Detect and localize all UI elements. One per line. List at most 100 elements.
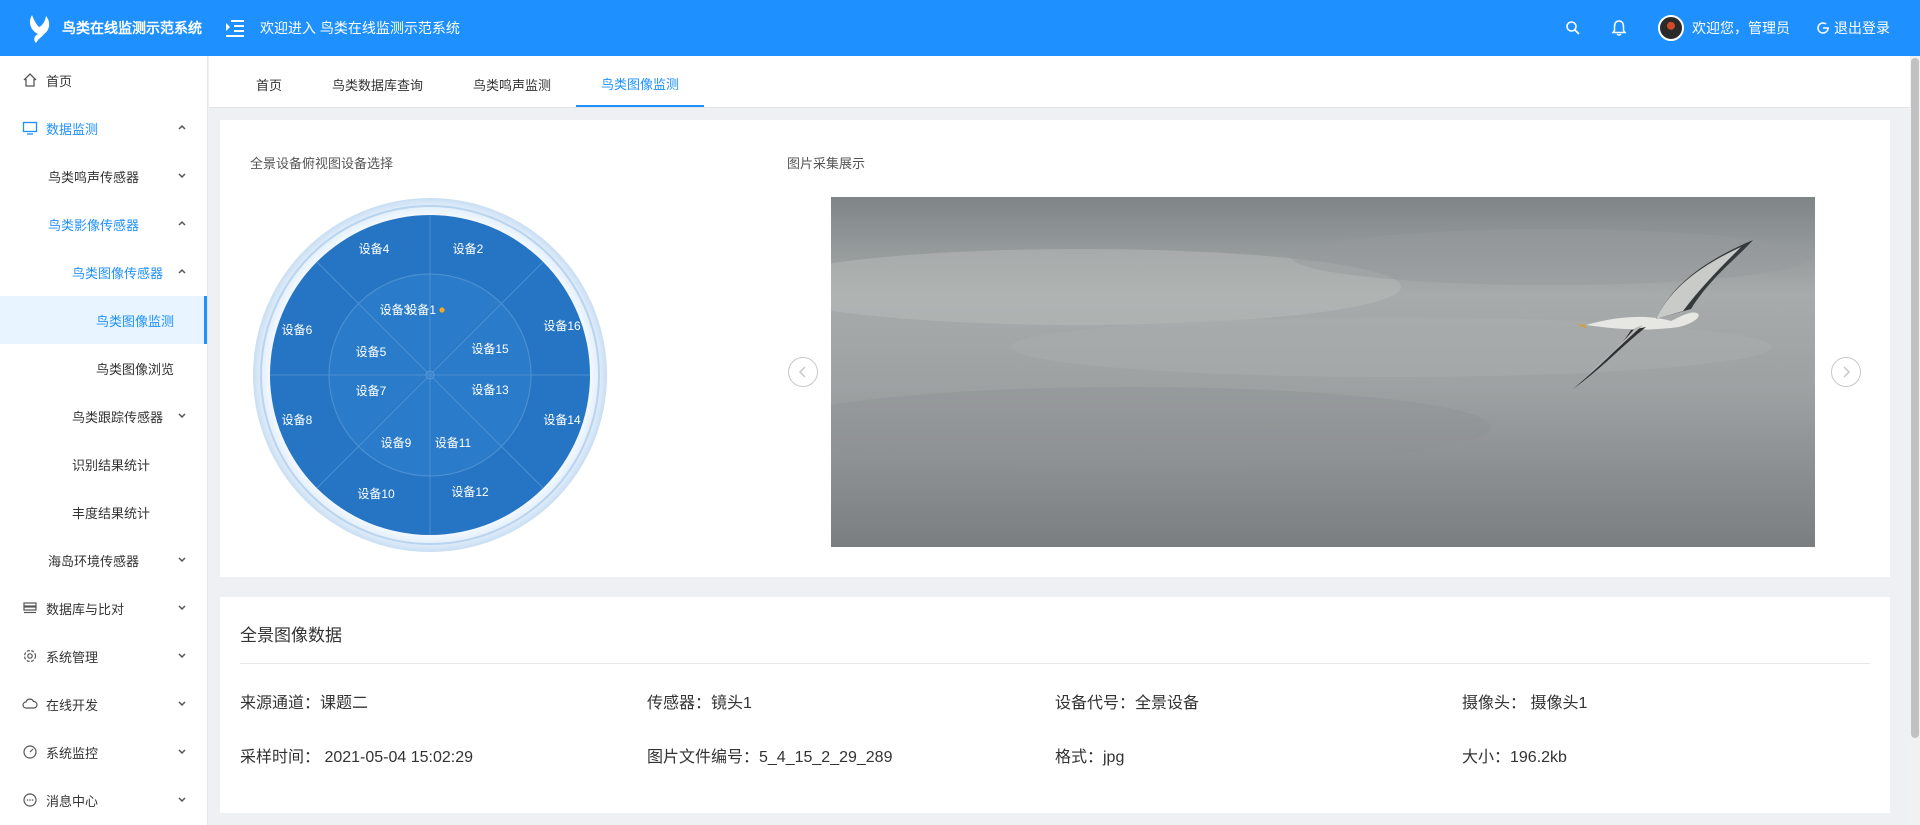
tab-home[interactable]: 首页: [231, 61, 307, 107]
sidebar-item-image-monitoring[interactable]: 鸟类图像监测: [0, 296, 207, 344]
sidebar-item-label: 首页: [46, 73, 73, 89]
sidebar-item-label: 鸟类图像传感器: [72, 265, 164, 281]
panorama-data-panel: 全景图像数据 来源通道：课题二 传感器：镜头1 设备代号：全景设备 摄像头： 摄…: [220, 597, 1890, 813]
bird-photo: [831, 197, 1815, 547]
device-9[interactable]: 设备9: [381, 436, 412, 450]
user-greeting[interactable]: 欢迎您，管理员: [1692, 18, 1790, 38]
bell-icon[interactable]: [1610, 19, 1628, 37]
chevron-up-icon: [178, 220, 186, 226]
device-12-label: 设备12: [451, 485, 489, 499]
device-9-label: 设备9: [381, 436, 412, 450]
tab-image-monitoring[interactable]: 鸟类图像监测: [576, 61, 705, 107]
monitor-panel: 全景设备俯视图设备选择 图片采集展示 设备1 设备2 设备3 设备4 设备5 设…: [220, 120, 1890, 577]
sidebar-item-data-monitoring[interactable]: 数据监测: [0, 104, 207, 152]
search-icon[interactable]: [1564, 19, 1582, 37]
device-10[interactable]: 设备10: [357, 487, 395, 501]
device-11-label: 设备11: [435, 436, 472, 450]
sidebar-item-home[interactable]: 首页: [0, 56, 207, 104]
sidebar-item-label: 鸟类跟踪传感器: [72, 409, 164, 425]
chevron-down-icon: [178, 557, 186, 563]
device-3-label: 设备3: [380, 303, 411, 317]
avatar[interactable]: [1658, 15, 1684, 41]
sidebar-item-sound-sensor[interactable]: 鸟类鸣声传感器: [0, 152, 207, 200]
sidebar-item-label: 鸟类图像浏览: [96, 361, 175, 377]
sidebar-item-recognition-stats[interactable]: 识别结果统计: [0, 440, 207, 488]
device-4[interactable]: 设备4: [359, 242, 390, 256]
device-2-label: 设备2: [453, 242, 484, 256]
chevron-down-icon: [178, 749, 186, 755]
chevron-down-icon: [178, 173, 186, 179]
tab-bar: 首页 鸟类数据库查询 鸟类鸣声监测 鸟类图像监测: [209, 56, 1920, 108]
sensor-value: 传感器：镜头1: [647, 695, 752, 712]
device-4-label: 设备4: [359, 242, 390, 256]
page-scrollbar[interactable]: [1910, 56, 1920, 825]
device-6[interactable]: 设备6: [282, 323, 313, 337]
device-5-label: 设备5: [356, 345, 387, 359]
device-16[interactable]: 设备16: [543, 319, 581, 333]
device-5[interactable]: 设备5: [356, 345, 387, 359]
chevron-up-icon: [178, 268, 186, 274]
tab-sound-monitoring[interactable]: 鸟类鸣声监测: [448, 61, 576, 107]
device-14[interactable]: 设备14: [543, 413, 581, 427]
chevron-down-icon: [178, 701, 186, 707]
sidebar-item-message-center[interactable]: 消息中心: [0, 776, 207, 824]
menu-collapse-icon[interactable]: [224, 17, 246, 39]
sidebar-item-video-sensor[interactable]: 鸟类影像传感器: [0, 200, 207, 248]
sidebar-item-online-dev[interactable]: 在线开发: [0, 680, 207, 728]
source-channel: 来源通道：课题二: [240, 695, 369, 712]
sidebar: 首页 数据监测 鸟类鸣声传感器 鸟类影像传感器 鸟类图像传感器 鸟类图像监测 鸟…: [0, 56, 208, 825]
panorama-divider: [240, 663, 1870, 664]
app-title: 鸟类在线监测示范系统: [62, 20, 202, 36]
image-format: 格式：jpg: [1055, 749, 1125, 766]
gear-icon: [23, 649, 37, 663]
sidebar-item-system-monitor[interactable]: 系统监控: [0, 728, 207, 776]
header-actions: 欢迎您，管理员 退出登录: [1536, 0, 1890, 56]
gallery-next-button[interactable]: [1831, 357, 1861, 387]
chevron-right-icon: [1843, 366, 1851, 378]
chevron-left-icon: [798, 366, 806, 378]
dashboard-icon: [23, 745, 37, 759]
monitor-icon: [22, 121, 38, 135]
app-logo[interactable]: 鸟类在线监测示范系统: [0, 0, 210, 56]
sidebar-item-image-browse[interactable]: 鸟类图像浏览: [0, 344, 207, 392]
device-11[interactable]: 设备11: [435, 436, 472, 450]
gallery-title: 图片采集展示: [787, 156, 866, 171]
device-3[interactable]: 设备3: [380, 303, 411, 317]
home-icon: [23, 73, 37, 87]
gallery-prev-button[interactable]: [788, 357, 818, 387]
welcome-text: 欢迎进入 鸟类在线监测示范系统: [260, 20, 460, 36]
sidebar-item-database[interactable]: 数据库与比对: [0, 584, 207, 632]
device-16-label: 设备16: [543, 319, 581, 333]
chevron-down-icon: [178, 413, 186, 419]
device-2[interactable]: 设备2: [453, 242, 484, 256]
sidebar-item-label: 海岛环境传感器: [48, 553, 140, 569]
sidebar-item-system-management[interactable]: 系统管理: [0, 632, 207, 680]
sidebar-item-label: 消息中心: [46, 793, 99, 809]
sidebar-item-label: 识别结果统计: [72, 457, 151, 473]
device-12[interactable]: 设备12: [451, 485, 489, 499]
logout-button[interactable]: 退出登录: [1816, 18, 1890, 38]
sample-time: 采样时间： 2021-05-04 15:02:29: [240, 749, 474, 766]
scrollbar-thumb[interactable]: [1911, 58, 1919, 738]
chevron-down-icon: [178, 653, 186, 659]
sidebar-item-label: 系统监控: [46, 745, 99, 761]
sidebar-item-label: 鸟类鸣声传感器: [48, 169, 140, 185]
sidebar-item-label: 鸟类图像监测: [96, 313, 175, 329]
message-icon: [23, 793, 37, 807]
tab-bird-database-query[interactable]: 鸟类数据库查询: [307, 61, 448, 107]
device-15[interactable]: 设备15: [471, 342, 509, 356]
sidebar-item-abundance-stats[interactable]: 丰度结果统计: [0, 488, 207, 536]
sidebar-item-tracking-sensor[interactable]: 鸟类跟踪传感器: [0, 392, 207, 440]
device-8[interactable]: 设备8: [282, 413, 313, 427]
device-selector-wheel: 设备1 设备2 设备3 设备4 设备5 设备6 设备7 设备8 设备9 设备10…: [253, 198, 607, 552]
sidebar-item-image-sensor[interactable]: 鸟类图像传感器: [0, 248, 207, 296]
device-13[interactable]: 设备13: [471, 383, 509, 397]
database-icon: [23, 602, 37, 614]
logout-icon: [1817, 22, 1829, 34]
device-7-label: 设备7: [356, 384, 387, 398]
sidebar-item-island-sensor[interactable]: 海岛环境传感器: [0, 536, 207, 584]
device-15-label: 设备15: [471, 342, 509, 356]
sidebar-item-label: 系统管理: [46, 649, 99, 665]
device-7[interactable]: 设备7: [356, 384, 387, 398]
sidebar-item-label: 鸟类影像传感器: [48, 217, 140, 233]
